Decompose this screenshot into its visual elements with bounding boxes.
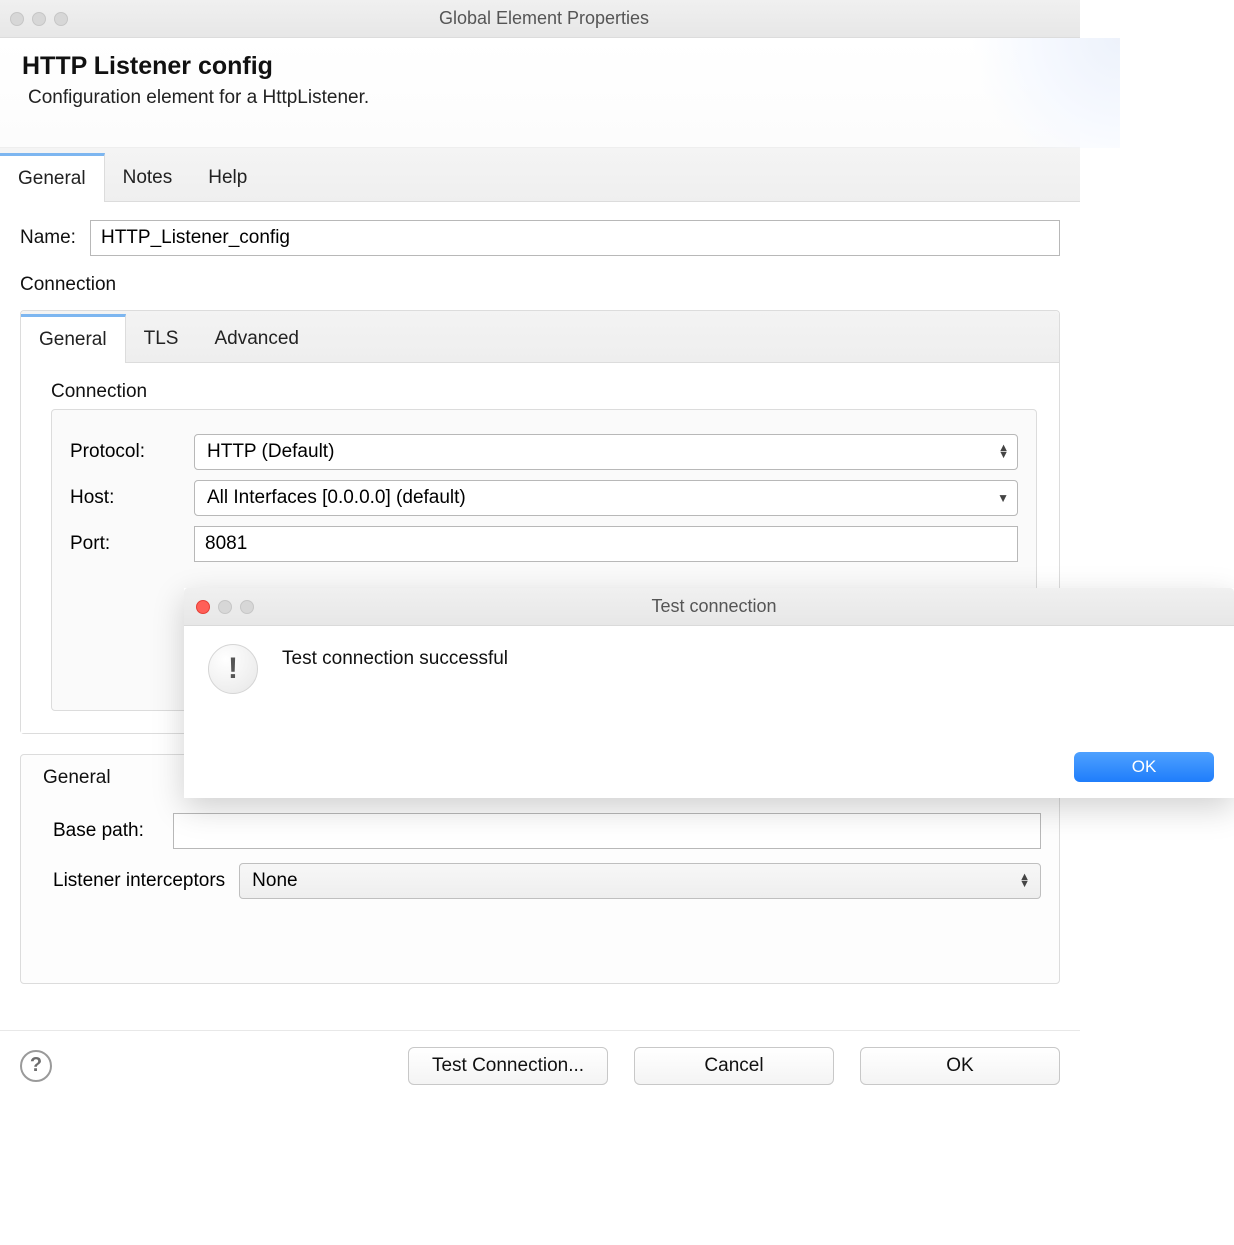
chevron-down-icon: ▼ [997, 491, 1009, 505]
cancel-button[interactable]: Cancel [634, 1047, 834, 1085]
modal-zoom-icon[interactable] [240, 600, 254, 614]
modal-minimize-icon[interactable] [218, 600, 232, 614]
conn-subheading: Connection [51, 381, 1037, 403]
modal-ok-button[interactable]: OK [1074, 752, 1214, 782]
port-input[interactable] [194, 526, 1018, 562]
header-band: HTTP Listener config Configuration eleme… [0, 38, 1080, 148]
page-description: Configuration element for a HttpListener… [22, 87, 1058, 109]
page-title: HTTP Listener config [22, 52, 1058, 81]
parent-footer: ? Test Connection... Cancel OK [0, 1030, 1080, 1100]
basepath-input[interactable] [173, 813, 1041, 849]
host-label: Host: [70, 487, 180, 509]
test-connection-modal: Test connection ! Test connection succes… [184, 588, 1234, 798]
inner-tab-tls[interactable]: TLS [126, 316, 197, 362]
port-row: Port: [70, 526, 1018, 562]
global-element-properties-window: Global Element Properties HTTP Listener … [0, 0, 1080, 1100]
connection-heading: Connection [20, 274, 1060, 296]
name-row: Name: [20, 220, 1060, 256]
interceptors-value: None [252, 870, 297, 892]
modal-message: Test connection successful [282, 644, 508, 694]
outer-tabs: General Notes Help [0, 148, 1080, 202]
host-value: All Interfaces [0.0.0.0] (default) [207, 487, 466, 509]
basepath-row: Base path: [53, 813, 1041, 849]
updown-icon: ▲▼ [1019, 874, 1030, 888]
basepath-label: Base path: [53, 820, 163, 842]
help-icon[interactable]: ? [20, 1050, 52, 1082]
tab-help[interactable]: Help [190, 155, 265, 201]
inner-tab-advanced[interactable]: Advanced [196, 316, 317, 362]
modal-titlebar: Test connection [184, 588, 1234, 626]
name-label: Name: [20, 227, 76, 249]
protocol-value: HTTP (Default) [207, 441, 334, 463]
exclamation-icon: ! [208, 644, 258, 694]
parent-minimize-icon[interactable] [32, 12, 46, 26]
footer-buttons: Test Connection... Cancel OK [408, 1047, 1060, 1085]
ok-button[interactable]: OK [860, 1047, 1060, 1085]
name-input[interactable] [90, 220, 1060, 256]
tab-general[interactable]: General [0, 153, 105, 202]
tab-notes[interactable]: Notes [105, 155, 191, 201]
parent-zoom-icon[interactable] [54, 12, 68, 26]
interceptors-row: Listener interceptors None ▲▼ [53, 863, 1041, 899]
parent-close-icon[interactable] [10, 12, 24, 26]
modal-title: Test connection [254, 596, 1174, 617]
modal-footer: OK [1074, 752, 1214, 782]
parent-window-title: Global Element Properties [68, 8, 1020, 29]
parent-traffic-lights [10, 12, 68, 26]
interceptors-dropdown[interactable]: None ▲▼ [239, 863, 1041, 899]
host-combobox[interactable]: All Interfaces [0.0.0.0] (default) ▼ [194, 480, 1018, 516]
host-row: Host: All Interfaces [0.0.0.0] (default)… [70, 480, 1018, 516]
modal-traffic-lights [184, 600, 254, 614]
inner-tabs: General TLS Advanced [21, 311, 1059, 363]
interceptors-label: Listener interceptors [53, 870, 225, 892]
modal-body: ! Test connection successful [184, 626, 1234, 694]
test-connection-button[interactable]: Test Connection... [408, 1047, 608, 1085]
header-glow [940, 38, 1120, 148]
protocol-dropdown[interactable]: HTTP (Default) ▲▼ [194, 434, 1018, 470]
updown-icon: ▲▼ [998, 445, 1009, 459]
protocol-row: Protocol: HTTP (Default) ▲▼ [70, 434, 1018, 470]
modal-close-icon[interactable] [196, 600, 210, 614]
protocol-label: Protocol: [70, 441, 180, 463]
parent-titlebar: Global Element Properties [0, 0, 1080, 38]
inner-tab-general[interactable]: General [21, 314, 126, 363]
port-label: Port: [70, 533, 180, 555]
